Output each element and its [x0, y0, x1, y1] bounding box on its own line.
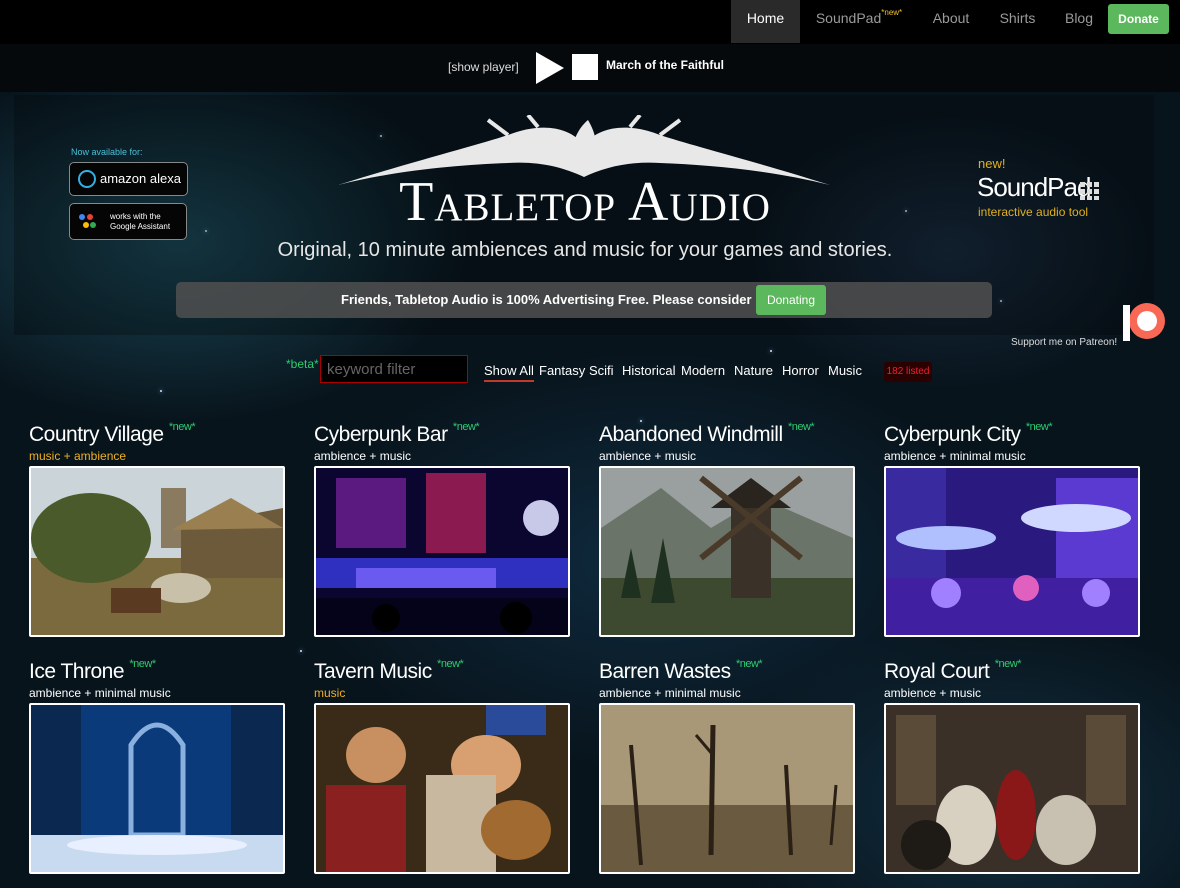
- track-title[interactable]: Abandoned Windmill *new*: [599, 421, 815, 447]
- alexa-badge-label: amazon alexa: [100, 171, 181, 186]
- play-icon[interactable]: [536, 52, 564, 84]
- track-title[interactable]: Country Village *new*: [29, 421, 196, 447]
- track-thumbnail[interactable]: [29, 466, 285, 637]
- track-subtitle: ambience + music: [599, 449, 697, 463]
- top-nav: Home SoundPad*new* About Shirts Blog Don…: [0, 0, 1180, 44]
- show-player-link[interactable]: [show player]: [448, 60, 519, 74]
- soundpad-new-label: new!: [978, 156, 1006, 171]
- track-subtitle: music + ambience: [29, 449, 127, 463]
- track-card[interactable]: Tavern Music *new* music: [314, 658, 570, 874]
- alexa-badge[interactable]: amazon alexa: [69, 162, 188, 196]
- site-logo-title[interactable]: Tabletop Audio: [340, 170, 830, 234]
- filter-historical[interactable]: Historical: [622, 363, 675, 378]
- google-assistant-icon: [79, 214, 96, 230]
- ad-free-text: Friends, Tabletop Audio is 100% Advertis…: [341, 292, 752, 307]
- filter-nature[interactable]: Nature: [734, 363, 773, 378]
- track-title[interactable]: Cyberpunk Bar *new*: [314, 421, 480, 447]
- track-card[interactable]: Country Village *new* music + ambience: [29, 421, 285, 637]
- track-thumbnail[interactable]: [314, 466, 570, 637]
- beta-label: *beta*: [286, 357, 319, 371]
- track-card[interactable]: Abandoned Windmill *new* ambience + musi…: [599, 421, 855, 637]
- new-badge: *new*: [735, 658, 763, 670]
- alexa-icon: [78, 170, 96, 188]
- stop-icon[interactable]: [572, 54, 598, 80]
- nav-shirts[interactable]: Shirts: [990, 0, 1045, 43]
- donating-button[interactable]: Donating: [756, 285, 826, 315]
- track-card[interactable]: Ice Throne *new* ambience + minimal musi…: [29, 658, 285, 874]
- track-title[interactable]: Barren Wastes *new*: [599, 658, 763, 684]
- track-thumbnail[interactable]: [884, 466, 1140, 637]
- track-title[interactable]: Cyberpunk City *new*: [884, 421, 1053, 447]
- donate-button[interactable]: Donate: [1108, 4, 1169, 34]
- track-thumbnail[interactable]: [29, 703, 285, 874]
- track-thumbnail[interactable]: [314, 703, 570, 874]
- current-track-title: March of the Faithful: [606, 58, 724, 72]
- track-subtitle: ambience + minimal music: [29, 686, 171, 700]
- track-card[interactable]: Royal Court *new* ambience + music: [884, 658, 1140, 874]
- filter-fantasy[interactable]: Fantasy: [539, 363, 585, 378]
- filter-music[interactable]: Music: [828, 363, 862, 378]
- filter-modern[interactable]: Modern: [681, 363, 725, 378]
- nav-home[interactable]: Home: [731, 0, 800, 43]
- google-badge-text: works with the Google Assistant: [110, 212, 171, 231]
- nav-blog[interactable]: Blog: [1054, 0, 1104, 43]
- google-assistant-badge[interactable]: works with the Google Assistant: [69, 203, 187, 240]
- track-subtitle: ambience + minimal music: [599, 686, 741, 700]
- track-subtitle: music: [314, 686, 346, 700]
- keyword-filter-input[interactable]: [320, 355, 468, 383]
- new-badge: *new*: [129, 658, 156, 670]
- patreon-label: Support me on Patreon!: [1011, 337, 1118, 348]
- new-badge: *new*: [787, 421, 815, 433]
- track-thumbnail[interactable]: [884, 703, 1140, 874]
- nav-soundpad-badge: *new*: [881, 8, 903, 17]
- filter-show-all[interactable]: Show All: [484, 363, 534, 382]
- track-thumbnail[interactable]: [599, 703, 855, 874]
- nav-about[interactable]: About: [920, 0, 982, 43]
- filter-horror[interactable]: Horror: [782, 363, 819, 378]
- nav-soundpad[interactable]: SoundPad*new*: [804, 0, 914, 43]
- ad-free-banner: Friends, Tabletop Audio is 100% Advertis…: [176, 282, 992, 318]
- new-badge: *new*: [1025, 421, 1053, 433]
- new-badge: *new*: [168, 421, 196, 433]
- player-bar: [show player] March of the Faithful: [0, 44, 1180, 92]
- soundpad-grid-icon: [1080, 182, 1100, 200]
- track-card[interactable]: Cyberpunk Bar *new* ambience + music: [314, 421, 570, 637]
- track-title[interactable]: Tavern Music *new*: [314, 658, 464, 684]
- track-title[interactable]: Royal Court *new*: [884, 658, 1022, 684]
- soundpad-title: SoundPad: [977, 172, 1091, 202]
- track-subtitle: ambience + minimal music: [884, 449, 1026, 463]
- track-title[interactable]: Ice Throne *new*: [29, 658, 156, 684]
- track-card[interactable]: Cyberpunk City *new* ambience + minimal …: [884, 421, 1140, 637]
- available-label: Now available for:: [71, 147, 143, 157]
- new-badge: *new*: [437, 658, 464, 670]
- nav-soundpad-label: SoundPad: [815, 10, 882, 26]
- track-subtitle: ambience + music: [884, 686, 982, 700]
- site-tagline: Original, 10 minute ambiences and music …: [277, 239, 893, 261]
- new-badge: *new*: [994, 658, 1022, 670]
- soundpad-subtitle: interactive audio tool: [978, 205, 1089, 219]
- new-badge: *new*: [452, 421, 480, 433]
- filter-scifi[interactable]: Scifi: [589, 363, 614, 378]
- patreon-icon: [1123, 303, 1165, 341]
- track-card[interactable]: Barren Wastes *new* ambience + minimal m…: [599, 658, 855, 874]
- track-count-badge: 182 listed: [884, 362, 932, 382]
- track-subtitle: ambience + music: [314, 449, 412, 463]
- track-thumbnail[interactable]: [599, 466, 855, 637]
